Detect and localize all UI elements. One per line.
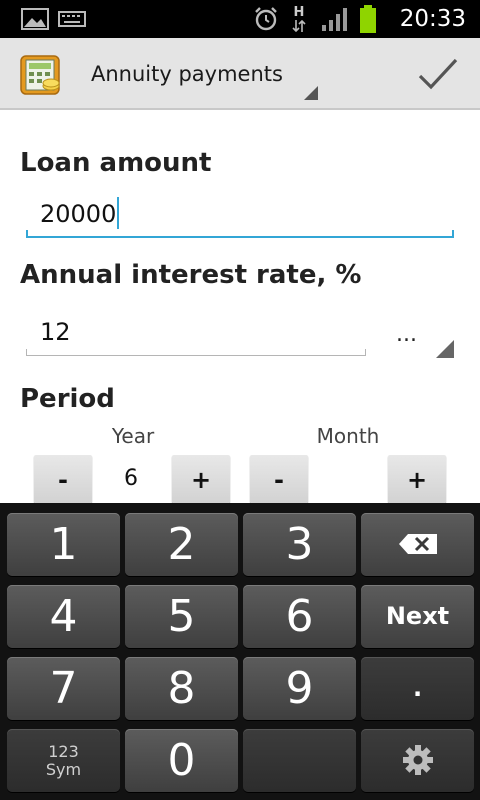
battery-icon [357, 0, 379, 38]
network-type-label: H [293, 4, 305, 20]
key-1[interactable]: 1 [7, 513, 120, 576]
spinner-arrow-icon [436, 340, 454, 358]
month-label: Month [316, 424, 380, 448]
data-transfer-icon: H [288, 0, 310, 38]
next-key[interactable]: Next [361, 585, 474, 648]
interest-rate-input[interactable]: 12 [26, 318, 366, 356]
month-plus-button[interactable]: + [388, 455, 446, 503]
key-4[interactable]: 4 [7, 585, 120, 648]
key-0[interactable]: 0 [125, 729, 238, 792]
key-6[interactable]: 6 [243, 585, 356, 648]
symbols-key[interactable]: 123 Sym [7, 729, 120, 792]
alarm-icon [252, 0, 280, 38]
text-cursor [117, 197, 120, 229]
year-label: Year [111, 424, 155, 448]
action-bar: Annuity payments [0, 38, 480, 110]
interest-rate-label: Annual interest rate, % [20, 260, 362, 290]
space-key[interactable] [243, 729, 356, 792]
gallery-icon [20, 0, 50, 38]
confirm-button[interactable] [416, 52, 460, 96]
year-value: 6 [124, 466, 138, 491]
status-bar: H 20:33 [0, 0, 480, 38]
backspace-icon [398, 534, 437, 554]
symbols-key-line2: Sym [45, 760, 82, 779]
app-icon[interactable] [20, 55, 62, 95]
key-5[interactable]: 5 [125, 585, 238, 648]
status-clock: 20:33 [399, 6, 466, 32]
dot-key[interactable]: . [361, 657, 474, 720]
key-3[interactable]: 3 [243, 513, 356, 576]
key-7[interactable]: 7 [7, 657, 120, 720]
gear-icon [402, 745, 433, 775]
input-underline-active [26, 230, 454, 238]
year-minus-button[interactable]: - [34, 455, 92, 503]
year-plus-button[interactable]: + [172, 455, 230, 503]
backspace-key[interactable] [361, 513, 474, 576]
interest-rate-value: 12 [40, 318, 71, 346]
numeric-keyboard: 1 2 3 4 5 6 Next 7 8 9 . 123 Sym 0 [0, 503, 480, 800]
settings-key[interactable] [361, 729, 474, 792]
loan-amount-value: 20000 [40, 200, 117, 228]
signal-icon [318, 0, 352, 38]
spinner-title-label: Annuity payments [91, 62, 283, 86]
keyboard-icon [58, 0, 86, 38]
key-9[interactable]: 9 [243, 657, 356, 720]
key-8[interactable]: 8 [125, 657, 238, 720]
symbols-key-line1: 123 [48, 742, 79, 761]
loan-amount-label: Loan amount [20, 148, 212, 178]
check-icon [418, 58, 458, 90]
calculation-type-spinner[interactable]: Annuity payments [76, 38, 322, 110]
interest-options-spinner[interactable]: ... [382, 318, 458, 360]
spinner-arrow-icon [304, 86, 318, 100]
period-label: Period [20, 384, 115, 414]
input-underline [26, 349, 366, 356]
spinner-dots: ... [396, 322, 417, 347]
loan-amount-input[interactable]: 20000 [26, 197, 454, 238]
month-minus-button[interactable]: - [250, 455, 308, 503]
key-2[interactable]: 2 [125, 513, 238, 576]
